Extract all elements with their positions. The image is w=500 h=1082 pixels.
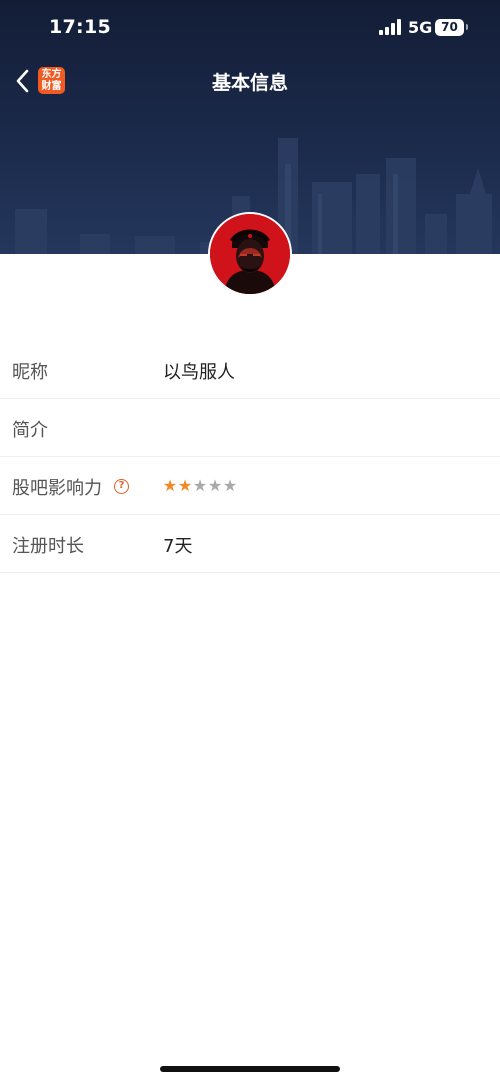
star-icon: ★: [192, 476, 207, 495]
battery-level: 70: [441, 20, 458, 34]
avatar[interactable]: [208, 212, 292, 296]
registration-value: 7天: [163, 536, 193, 557]
star-icon: ★: [207, 476, 222, 495]
logo-text-top: 东方: [41, 68, 62, 80]
battery-icon: 70: [435, 19, 464, 36]
registration-label: 注册时长: [12, 536, 84, 557]
star-icon: ★: [222, 476, 237, 495]
influence-rating-stars: ★ ★ ★ ★ ★: [162, 476, 237, 495]
nickname-row: 昵称 以鸟服人: [0, 341, 500, 399]
home-indicator[interactable]: [160, 1066, 340, 1072]
nickname-label: 昵称: [12, 362, 48, 383]
bio-row: 简介: [0, 399, 500, 457]
influence-row: 股吧影响力 ? ★ ★ ★ ★ ★: [0, 457, 500, 515]
app-logo[interactable]: 东方 财富: [38, 67, 65, 94]
avatar-portrait-image: [210, 214, 290, 294]
nickname-value: 以鸟服人: [163, 362, 235, 383]
registration-row: 注册时长 7天: [0, 515, 500, 573]
logo-text-bottom: 财富: [41, 80, 62, 92]
star-icon: ★: [177, 476, 192, 495]
page-title: 基本信息: [211, 72, 288, 94]
navigation-bar: 东方 财富 基本信息: [0, 56, 500, 106]
question-circle-icon[interactable]: ?: [114, 479, 129, 494]
star-icon: ★: [162, 476, 177, 495]
status-time: 17:15: [49, 16, 111, 38]
signal-bars-icon: [379, 19, 401, 35]
battery-cap: [466, 24, 468, 30]
chevron-left-icon[interactable]: [12, 66, 36, 96]
profile-info-list: 昵称 以鸟服人 简介 股吧影响力 ? ★ ★ ★ ★ ★ 注册时长 7天: [0, 341, 500, 573]
influence-label: 股吧影响力: [12, 478, 102, 499]
bio-label: 简介: [12, 420, 48, 441]
status-bar: 17:15 5G 70: [0, 0, 500, 56]
network-type: 5G: [408, 18, 433, 37]
